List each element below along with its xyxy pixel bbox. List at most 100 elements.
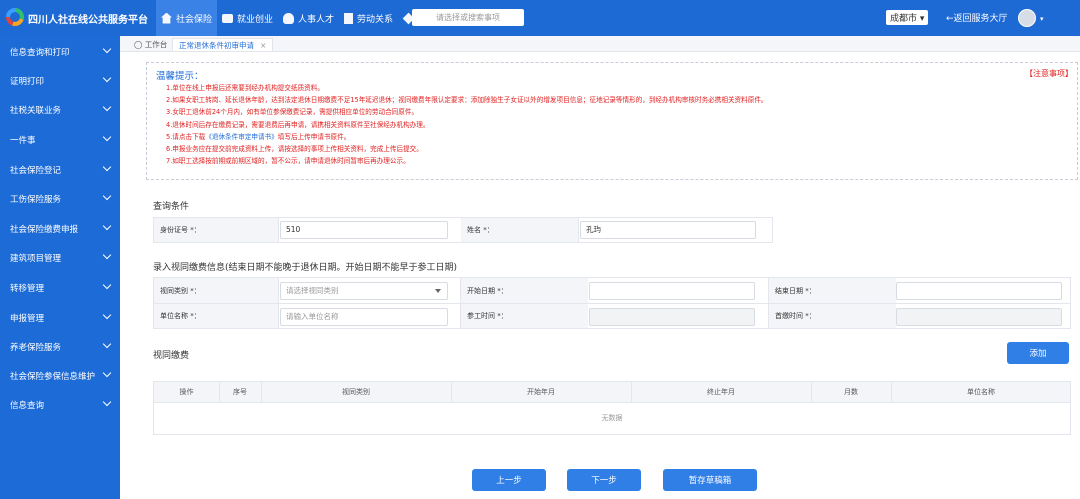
sidebar-item-label: 转移管理 — [10, 283, 45, 294]
divider — [278, 218, 279, 242]
tab-retirement-review[interactable]: 正常退休条件初审申请 × — [172, 38, 274, 51]
city-label: 成都市 — [890, 14, 918, 24]
column-header: 单位名称 — [967, 388, 995, 396]
start-date-label: 开始日期 *： — [461, 278, 588, 303]
app-title: 四川人社在线公共服务平台 — [28, 15, 148, 26]
download-application-link[interactable]: 《退休条件审定申请书》 — [205, 133, 278, 141]
chevron-down-icon — [102, 280, 112, 290]
tab-workbench[interactable]: ◯ 工作台 — [128, 38, 173, 51]
prev-step-button[interactable]: 上一步 — [472, 469, 546, 491]
tab-label: 正常退休条件初审申请 — [179, 41, 254, 50]
sidebar-item-label: 养老保险服务 — [10, 342, 62, 353]
name-field[interactable]: 孔玙 — [580, 221, 756, 239]
sidebar: 信息查询和打印 证明打印 社税关联业务 一件事 社会保险登记 工伤保险服务 社会… — [0, 36, 120, 499]
divider — [261, 382, 262, 402]
search-input[interactable]: 请选择或搜索事项 — [412, 9, 524, 26]
city-select[interactable]: 成都市 ▾ — [886, 10, 929, 25]
chevron-down-icon — [102, 102, 112, 112]
first-payment-field — [896, 308, 1062, 326]
chevron-down-icon — [102, 162, 112, 172]
sidebar-item-info-query-print[interactable]: 信息查询和打印 — [0, 37, 120, 66]
column-header: 视同类别 — [342, 388, 370, 396]
start-date-field[interactable] — [589, 282, 755, 300]
notice-text: 5.请点击下载 — [166, 132, 206, 141]
sidebar-item-insurance-registration[interactable]: 社会保险登记 — [0, 155, 120, 184]
table-body: 无数据 — [153, 403, 1071, 435]
notice-line: 4.退休时间后存在缴费记录，需要退费后再申请，请携相关资料原件至社保经办机构办理… — [166, 120, 430, 129]
table-header: 操作 序号 视同类别 开始年月 终止年月 月数 单位名称 — [153, 381, 1071, 403]
unit-name-label: 单位名称 *： — [154, 304, 278, 328]
type-label: 视同类别 *： — [154, 278, 278, 303]
divider — [631, 382, 632, 402]
divider — [278, 278, 279, 328]
nav-social-insurance[interactable]: 社会保险 — [156, 0, 218, 36]
column-header: 月数 — [844, 388, 858, 396]
end-date-field[interactable] — [896, 282, 1062, 300]
sidebar-item-label: 工伤保险服务 — [10, 194, 62, 205]
sidebar-item-injury-insurance[interactable]: 工伤保险服务 — [0, 184, 120, 213]
notice-line: 2.如果女职工转岗、延长退休年龄，达到法定退休日期缴费不足15年延迟退休；视同缴… — [166, 96, 768, 105]
column-header: 终止年月 — [707, 388, 735, 396]
sidebar-item-info-query[interactable]: 信息查询 — [0, 390, 120, 419]
nav-label: 人事人才 — [298, 14, 335, 25]
chevron-down-icon — [102, 44, 112, 54]
chevron-down-icon — [435, 289, 441, 293]
unit-name-field[interactable]: 请输入单位名称 — [280, 308, 448, 326]
save-draft-button[interactable]: 暂存草稿箱 — [663, 469, 757, 491]
notice-text: 填写后上传申请书原件。 — [277, 132, 351, 141]
entry-section-title: 录入视同缴费信息(结束日期不能晚于退休日期。开始日期不能早于参工日期) — [153, 263, 458, 273]
nav-employment[interactable]: 就业创业 — [217, 0, 278, 36]
chevron-down-icon — [102, 132, 112, 142]
sidebar-item-construction-project[interactable]: 建筑项目管理 — [0, 243, 120, 272]
end-date-label: 结束日期 *： — [769, 278, 896, 303]
chevron-down-icon[interactable]: ▾ — [1040, 15, 1044, 23]
divider — [154, 303, 1070, 304]
sidebar-item-declaration-management[interactable]: 申报管理 — [0, 303, 120, 332]
notice-title: 温馨提示： — [156, 71, 204, 82]
notice-box: 温馨提示： 【注意事项】 1.单位在线上申报后还需要到经办机构提交纸质资料。 2… — [146, 62, 1078, 180]
sidebar-item-label: 信息查询和打印 — [10, 47, 70, 58]
nav-label: 社会保险 — [176, 14, 213, 25]
sidebar-item-label: 社税关联业务 — [10, 105, 62, 116]
back-label: 返回服务大厅 — [953, 14, 1008, 24]
sidebar-item-payment-declaration[interactable]: 社会保险缴费申报 — [0, 214, 120, 243]
nav-personnel[interactable]: 人事人才 — [278, 0, 339, 36]
tab-bar: ◯ 工作台 正常退休条件初审申请 × — [120, 36, 1080, 52]
chevron-down-icon — [102, 250, 112, 260]
nav-label: 就业创业 — [237, 14, 274, 25]
divider — [219, 382, 220, 402]
query-form: 身份证号 *： 510 姓名 *： 孔玙 — [153, 217, 773, 243]
sidebar-item-certificate-print[interactable]: 证明打印 — [0, 66, 120, 95]
add-button[interactable]: 添加 — [1007, 342, 1069, 364]
avatar[interactable] — [1018, 9, 1036, 27]
type-select[interactable]: 请选择视同类别 — [280, 282, 448, 300]
column-header: 操作 — [179, 388, 194, 396]
tab-label: 工作台 — [144, 40, 168, 49]
nav-labor-relations[interactable]: 劳动关系 — [339, 0, 398, 36]
back-to-hall-link[interactable]: ←返回服务大厅 — [946, 11, 1008, 24]
sidebar-item-tax-related[interactable]: 社税关联业务 — [0, 95, 120, 124]
sidebar-item-label: 社会保险参保信息维护 — [10, 371, 96, 382]
divider — [460, 278, 461, 328]
chevron-down-icon — [102, 221, 112, 231]
name-label: 姓名 *： — [461, 218, 578, 242]
sidebar-item-one-thing[interactable]: 一件事 — [0, 125, 120, 154]
id-number-field[interactable]: 510 — [280, 221, 448, 239]
close-icon[interactable]: × — [260, 41, 266, 50]
work-start-field — [589, 308, 755, 326]
nav-label: 劳动关系 — [357, 14, 394, 25]
entry-form: 视同类别 *： 请选择视同类别 开始日期 *： 结束日期 *： 单位名称 *： … — [153, 277, 1071, 329]
type-placeholder: 请选择视同类别 — [286, 286, 339, 295]
notice-line: 6.申报业务应在提交前完成资料上传，请按选择的事项上传相关资料，完成上传后提交。 — [166, 145, 423, 154]
sidebar-item-pension-service[interactable]: 养老保险服务 — [0, 332, 120, 361]
briefcase-icon — [222, 13, 234, 23]
sidebar-item-enrollment-maintenance[interactable]: 社会保险参保信息维护 — [0, 361, 120, 390]
chevron-down-icon — [102, 368, 112, 378]
notice-line: 1.单位在线上申报后还需要到经办机构提交纸质资料。 — [166, 84, 324, 92]
divider — [811, 382, 812, 402]
notice-tag-link[interactable]: 【注意事项】 — [1025, 68, 1073, 79]
next-step-button[interactable]: 下一步 — [567, 469, 641, 491]
notice-line: 5.请点击下载《退休条件审定申请书》填写后上传申请书原件。 — [166, 131, 768, 143]
sidebar-item-transfer[interactable]: 转移管理 — [0, 273, 120, 302]
paid-section-title: 视同缴费 — [153, 351, 190, 361]
